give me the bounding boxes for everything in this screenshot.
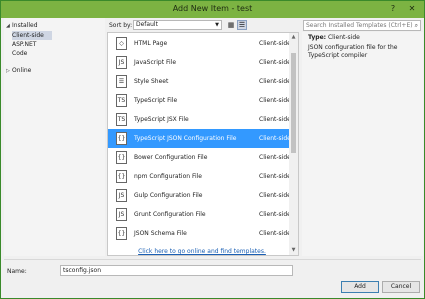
item-name: TypeScript JSX File xyxy=(134,116,189,123)
list-item[interactable]: JS Grunt Configuration File Client-side xyxy=(108,205,296,224)
stylesheet-file-icon: ☰ xyxy=(116,75,127,88)
html-file-icon: ◇ xyxy=(116,37,127,50)
vertical-scrollbar[interactable]: ▲ ▼ xyxy=(289,33,298,255)
typescript-file-icon: TS xyxy=(116,94,127,107)
item-category: Client-side xyxy=(259,192,291,199)
tree-node-code[interactable]: Code xyxy=(12,49,27,58)
details-panel: Type: Client-side JSON configuration fil… xyxy=(302,32,423,256)
category-tree: ◢ Installed Client-side ASP.NET Code ▷ Onl… xyxy=(4,18,105,256)
item-category: Client-side xyxy=(259,116,291,123)
list-item[interactable]: ☰ Style Sheet Client-side xyxy=(108,72,296,91)
item-category: Client-side xyxy=(259,40,291,47)
add-new-item-dialog: Add New Item - test ? ✕ ◢ Installed Clien… xyxy=(0,0,425,299)
list-item[interactable]: JS JavaScript File Client-side xyxy=(108,53,296,72)
item-name: Style Sheet xyxy=(134,78,169,85)
add-button[interactable]: Add xyxy=(341,281,379,293)
tree-node-aspnet[interactable]: ASP.NET xyxy=(12,40,36,49)
javascript-file-icon: JS xyxy=(116,56,127,69)
dialog-title: Add New Item - test xyxy=(172,4,253,13)
item-category: Client-side xyxy=(259,173,291,180)
item-category: Client-side xyxy=(259,97,291,104)
chevron-down-icon: ▼ xyxy=(215,22,219,28)
list-item[interactable]: {} Bower Configuration File Client-side xyxy=(108,148,296,167)
list-item[interactable]: JS Gulp Configuration File Client-side xyxy=(108,186,296,205)
list-item[interactable]: {} JSON Schema File Client-side xyxy=(108,224,296,243)
search-placeholder: Search Installed Templates (Ctrl+E) xyxy=(306,22,413,29)
list-item[interactable]: {} npm Configuration File Client-side xyxy=(108,167,296,186)
item-name: npm Configuration File xyxy=(134,173,203,180)
item-category: Client-side xyxy=(259,59,291,66)
scroll-thumb[interactable] xyxy=(291,53,296,153)
type-label: Type: xyxy=(308,34,327,41)
template-list: ◇ HTML Page Client-side JS JavaScript Fi… xyxy=(107,32,299,256)
item-name: JavaScript File xyxy=(134,59,177,66)
item-name: Bower Configuration File xyxy=(134,154,208,161)
item-name: TypeScript JSON Configuration File xyxy=(134,135,237,142)
item-name: HTML Page xyxy=(134,40,168,47)
item-category: Client-side xyxy=(259,78,291,85)
scroll-down-arrow-icon[interactable]: ▼ xyxy=(289,247,298,253)
tree-node-client-side[interactable]: Client-side xyxy=(12,31,52,40)
item-name: Gulp Configuration File xyxy=(134,192,203,199)
tsx-file-icon: TS xyxy=(116,113,127,126)
item-name: TypeScript File xyxy=(134,97,178,104)
gulp-config-file-icon: JS xyxy=(116,189,127,202)
sort-value: Default xyxy=(136,21,158,28)
name-input[interactable]: tsconfig.json xyxy=(60,265,293,276)
name-label: Name: xyxy=(7,268,27,275)
divider xyxy=(4,259,421,260)
item-category: Client-side xyxy=(259,230,291,237)
list-item[interactable]: ◇ HTML Page Client-side xyxy=(108,34,296,53)
search-templates-input[interactable]: Search Installed Templates (Ctrl+E) ⌕ xyxy=(303,20,421,31)
list-item[interactable]: TS TypeScript File Client-side xyxy=(108,91,296,110)
type-value: Client-side xyxy=(327,34,360,41)
close-button[interactable]: ✕ xyxy=(403,3,421,15)
list-view-button[interactable]: ☰ xyxy=(237,20,247,30)
list-item[interactable]: TS TypeScript JSX File Client-side xyxy=(108,110,296,129)
json-schema-file-icon: {} xyxy=(116,227,127,240)
tree-node-installed[interactable]: ◢ Installed xyxy=(6,21,38,30)
sort-dropdown[interactable]: Default ▼ xyxy=(133,20,222,30)
sort-label: Sort by: xyxy=(109,22,133,29)
item-name: Grunt Configuration File xyxy=(134,211,206,218)
scroll-up-arrow-icon[interactable]: ▲ xyxy=(289,34,298,40)
list-item-selected[interactable]: {} TypeScript JSON Configuration File Cl… xyxy=(108,129,296,148)
item-category: Client-side xyxy=(259,135,291,142)
type-line: Type: Client-side xyxy=(308,34,360,41)
item-description: JSON configuration file for the TypeScri… xyxy=(308,44,398,59)
item-name: JSON Schema File xyxy=(134,230,187,237)
tree-node-online[interactable]: ▷ Online xyxy=(6,66,31,75)
search-icon[interactable]: ⌕ xyxy=(415,21,418,30)
help-button[interactable]: ? xyxy=(384,3,402,15)
json-config-file-icon: {} xyxy=(116,132,127,145)
grunt-config-file-icon: JS xyxy=(116,208,127,221)
npm-config-file-icon: {} xyxy=(116,170,127,183)
title-bar: Add New Item - test ? ✕ xyxy=(1,1,424,18)
small-icons-view-button[interactable]: ▦ xyxy=(226,20,236,30)
online-templates-link[interactable]: Click here to go online and find templat… xyxy=(108,248,296,255)
cancel-button[interactable]: Cancel xyxy=(382,281,420,293)
item-category: Client-side xyxy=(259,211,291,218)
item-category: Client-side xyxy=(259,154,291,161)
bower-config-file-icon: {} xyxy=(116,151,127,164)
